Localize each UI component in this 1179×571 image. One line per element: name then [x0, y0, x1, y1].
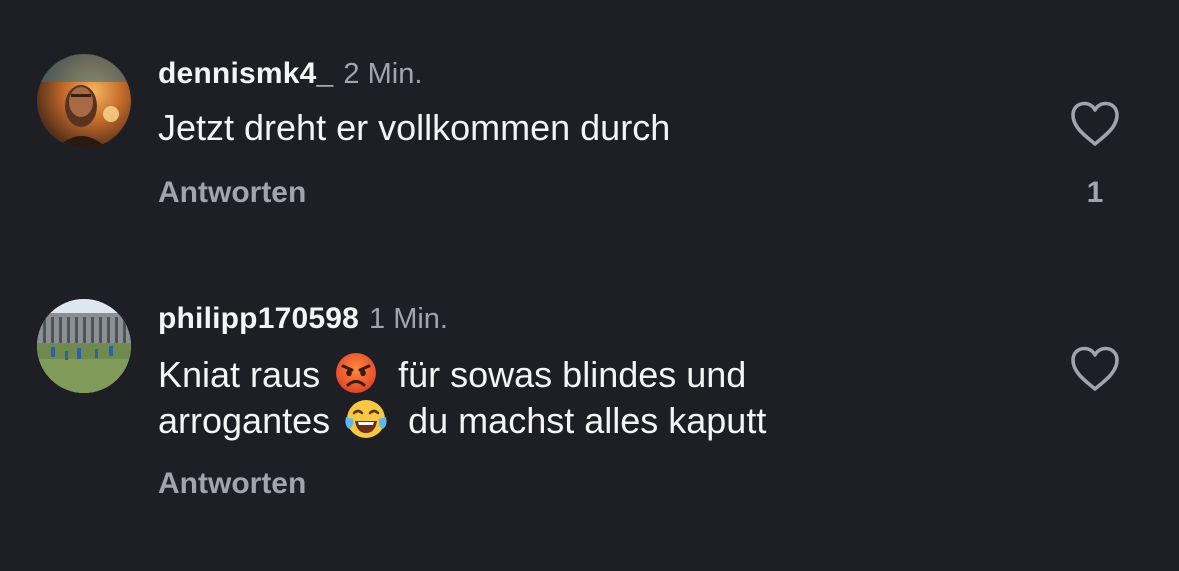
text-segment: Kniat raus: [158, 354, 321, 395]
text-segment: arrogantes: [158, 400, 331, 441]
timestamp: 1 Min.: [369, 303, 448, 335]
like-button[interactable]: [1069, 345, 1121, 393]
comment-header: philipp170598 1 Min.: [158, 304, 448, 334]
comment-text: Kniat raus für sowas blindes und arrogan…: [158, 351, 766, 443]
username[interactable]: philipp170598: [158, 302, 359, 335]
comment-item: philipp170598 1 Min. Kniat raus für sowas…: [0, 0, 1179, 571]
text-segment: für sowas blindes und: [398, 354, 747, 395]
comment-text-line: Kniat raus für sowas blindes und: [158, 351, 766, 397]
angry-face-emoji: [336, 353, 377, 393]
tears-of-joy-emoji: [345, 400, 387, 438]
text-segment: du machst alles kaputt: [408, 400, 767, 441]
reply-button[interactable]: Antworten: [158, 469, 306, 499]
comment-text-line: arrogantes du machst alles kaputt: [158, 397, 766, 443]
heart-outline-icon: [1071, 346, 1119, 391]
avatar[interactable]: [37, 299, 131, 393]
